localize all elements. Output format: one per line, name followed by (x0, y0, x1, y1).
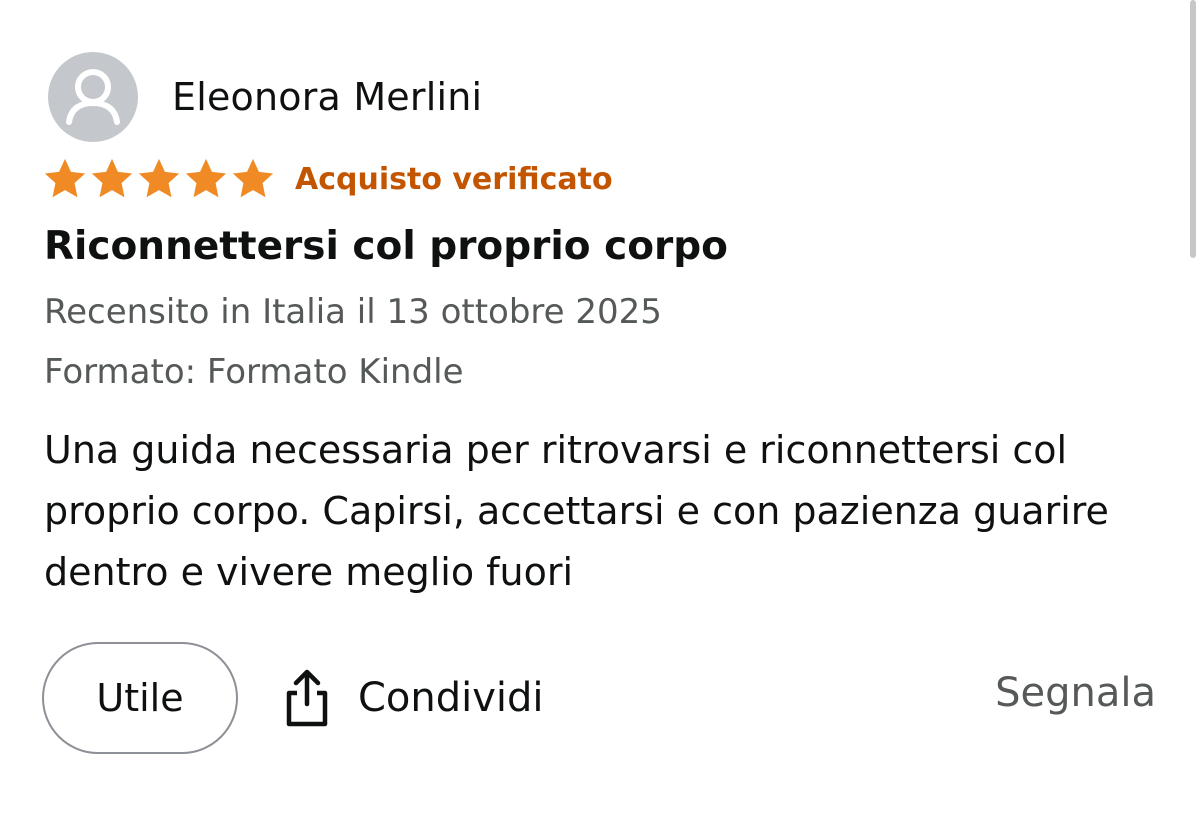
reviewer-profile[interactable]: Eleonora Merlini (48, 52, 482, 142)
reviewer-name[interactable]: Eleonora Merlini (172, 75, 482, 119)
share-label: Condividi (358, 675, 544, 721)
avatar[interactable] (48, 52, 138, 142)
rating-row: Acquisto verificato (42, 156, 613, 202)
verified-purchase-badge: Acquisto verificato (295, 161, 613, 197)
star-rating (42, 156, 277, 202)
review-body: Una guida necessaria per ritrovarsi e ri… (44, 428, 1109, 594)
star-icon (138, 158, 180, 198)
share-icon (286, 669, 328, 727)
review-title: Riconnettersi col proprio corpo (44, 224, 728, 269)
review-date: Recensito in Italia il 13 ottobre 2025 (44, 292, 662, 332)
share-button[interactable]: Condividi (282, 662, 544, 734)
star-icon (44, 158, 86, 198)
helpful-button[interactable]: Utile (42, 642, 238, 754)
report-link[interactable]: Segnala (995, 670, 1156, 716)
star-icon (185, 158, 227, 198)
review-card: Eleonora Merlini Acquisto verificato Ric… (0, 0, 1200, 819)
review-format: Formato: Formato Kindle (44, 352, 464, 392)
user-silhouette-icon (66, 69, 120, 125)
star-icon (232, 158, 274, 198)
star-icon (91, 158, 133, 198)
scrollbar[interactable] (1190, 0, 1196, 258)
